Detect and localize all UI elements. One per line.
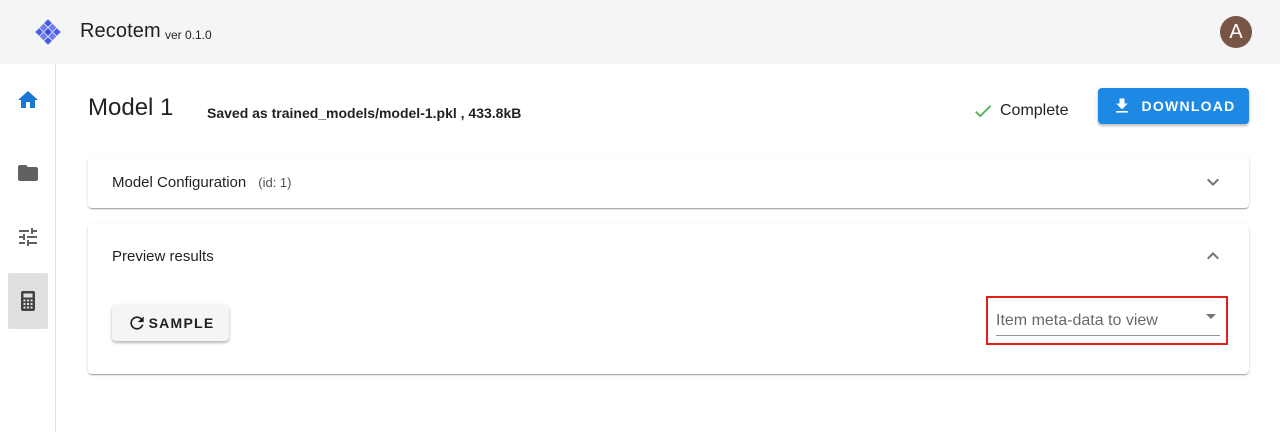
folder-icon — [18, 165, 38, 181]
main-content: Model 1 Saved as trained_models/model-1.… — [56, 64, 1280, 432]
nav-item-folder[interactable] — [8, 145, 48, 201]
panel-title: Preview results — [112, 247, 214, 265]
download-icon — [1115, 98, 1128, 113]
model-id-label: (id: 1) — [258, 174, 292, 190]
app-version: ver 0.1.0 — [165, 28, 212, 42]
tune-icon — [19, 228, 37, 246]
app-title[interactable]: Recotem — [80, 20, 161, 43]
dropdown-arrow-icon — [1206, 314, 1216, 319]
nav-item-tune[interactable] — [8, 209, 48, 265]
page-title: Model 1 — [88, 94, 174, 121]
check-icon — [975, 105, 992, 118]
select-placeholder: Item meta-data to view — [996, 311, 1158, 329]
sample-button[interactable]: SAMPLE — [112, 305, 229, 341]
download-label: DOWNLOAD — [1141, 98, 1236, 114]
calculator-icon — [21, 291, 35, 311]
user-avatar[interactable]: A — [1220, 16, 1252, 48]
home-icon — [18, 91, 38, 108]
preview-results-panel: Preview results SAMPLE Item meta-data to… — [88, 224, 1249, 374]
status-indicator: Complete — [972, 100, 1068, 122]
chevron-up-icon[interactable] — [1201, 244, 1225, 268]
saved-path-info: Saved as trained_models/model-1.pkl , 43… — [207, 105, 522, 121]
status-text: Complete — [1000, 102, 1069, 119]
panel-title: Model Configuration — [112, 173, 247, 191]
preview-results-header[interactable]: Preview results — [88, 224, 1249, 288]
side-nav — [0, 64, 56, 432]
nav-item-home[interactable] — [8, 72, 48, 128]
sample-label: SAMPLE — [148, 315, 215, 331]
refresh-icon — [129, 316, 144, 330]
download-button[interactable]: DOWNLOAD — [1098, 88, 1249, 124]
app-bar: Recotem ver 0.1.0 A — [0, 0, 1280, 64]
chevron-down-icon[interactable] — [1201, 170, 1225, 194]
item-metadata-select[interactable]: Item meta-data to view — [996, 306, 1220, 336]
avatar-initial: A — [1229, 20, 1243, 43]
model-configuration-header[interactable]: Model Configuration (id: 1) — [88, 156, 1249, 208]
recotem-logo-icon[interactable] — [33, 17, 63, 47]
model-configuration-panel: Model Configuration (id: 1) — [88, 156, 1249, 208]
nav-item-calculator[interactable] — [8, 273, 48, 329]
